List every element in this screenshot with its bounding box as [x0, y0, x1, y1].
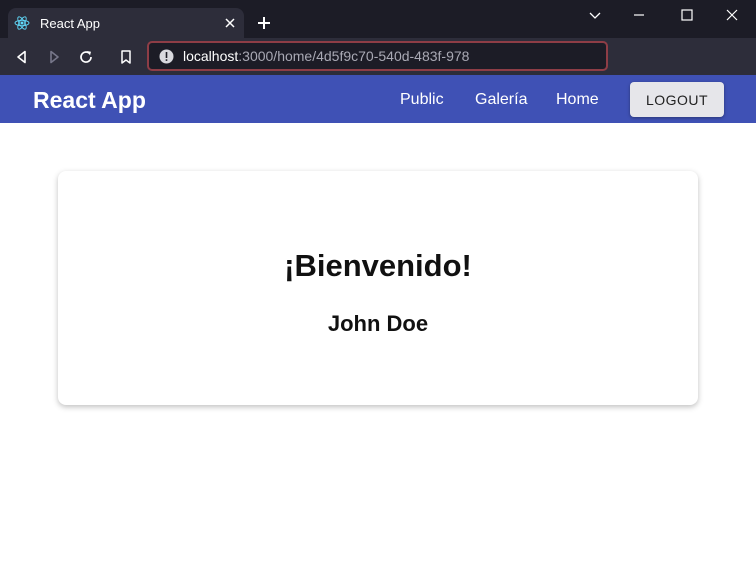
tab-search-chevron-icon[interactable] [580, 4, 610, 26]
nav-link-home[interactable]: Home [556, 91, 599, 109]
app-header: React App Public Galería Home LOGOUT [0, 75, 756, 123]
url-text: localhost:3000/home/4d5f9c70-540d-483f-9… [183, 48, 469, 64]
user-name: John Doe [327, 311, 429, 336]
new-tab-icon[interactable] [254, 13, 274, 33]
welcome-card: ¡Bienvenido! John Doe [58, 171, 698, 405]
browser-tab[interactable]: React App [8, 8, 244, 38]
url-path: :3000/home/4d5f9c70-540d-483f-978 [238, 48, 469, 64]
url-host: localhost [183, 48, 239, 64]
site-info-icon[interactable] [158, 48, 174, 64]
react-logo-icon [14, 15, 30, 31]
browser-toolbar: localhost:3000/home/4d5f9c70-540d-483f-9… [0, 38, 756, 75]
bookmark-icon[interactable] [115, 46, 137, 68]
logout-button[interactable]: LOGOUT [630, 82, 724, 117]
address-bar[interactable]: localhost:3000/home/4d5f9c70-540d-483f-9… [147, 41, 608, 71]
tab-title: React App [40, 15, 100, 31]
minimize-icon[interactable] [624, 4, 654, 26]
reload-icon[interactable] [75, 46, 97, 68]
app-brand[interactable]: React App [33, 87, 146, 114]
nav-link-galeria[interactable]: Galería [475, 91, 527, 109]
close-window-icon[interactable] [717, 4, 747, 26]
close-tab-icon[interactable] [222, 15, 238, 31]
back-icon[interactable] [11, 46, 33, 68]
welcome-heading: ¡Bienvenido! [284, 248, 472, 283]
browser-titlebar: React App [0, 0, 756, 38]
nav-link-public[interactable]: Public [400, 91, 444, 109]
forward-icon[interactable] [43, 46, 65, 68]
maximize-icon[interactable] [672, 4, 702, 26]
